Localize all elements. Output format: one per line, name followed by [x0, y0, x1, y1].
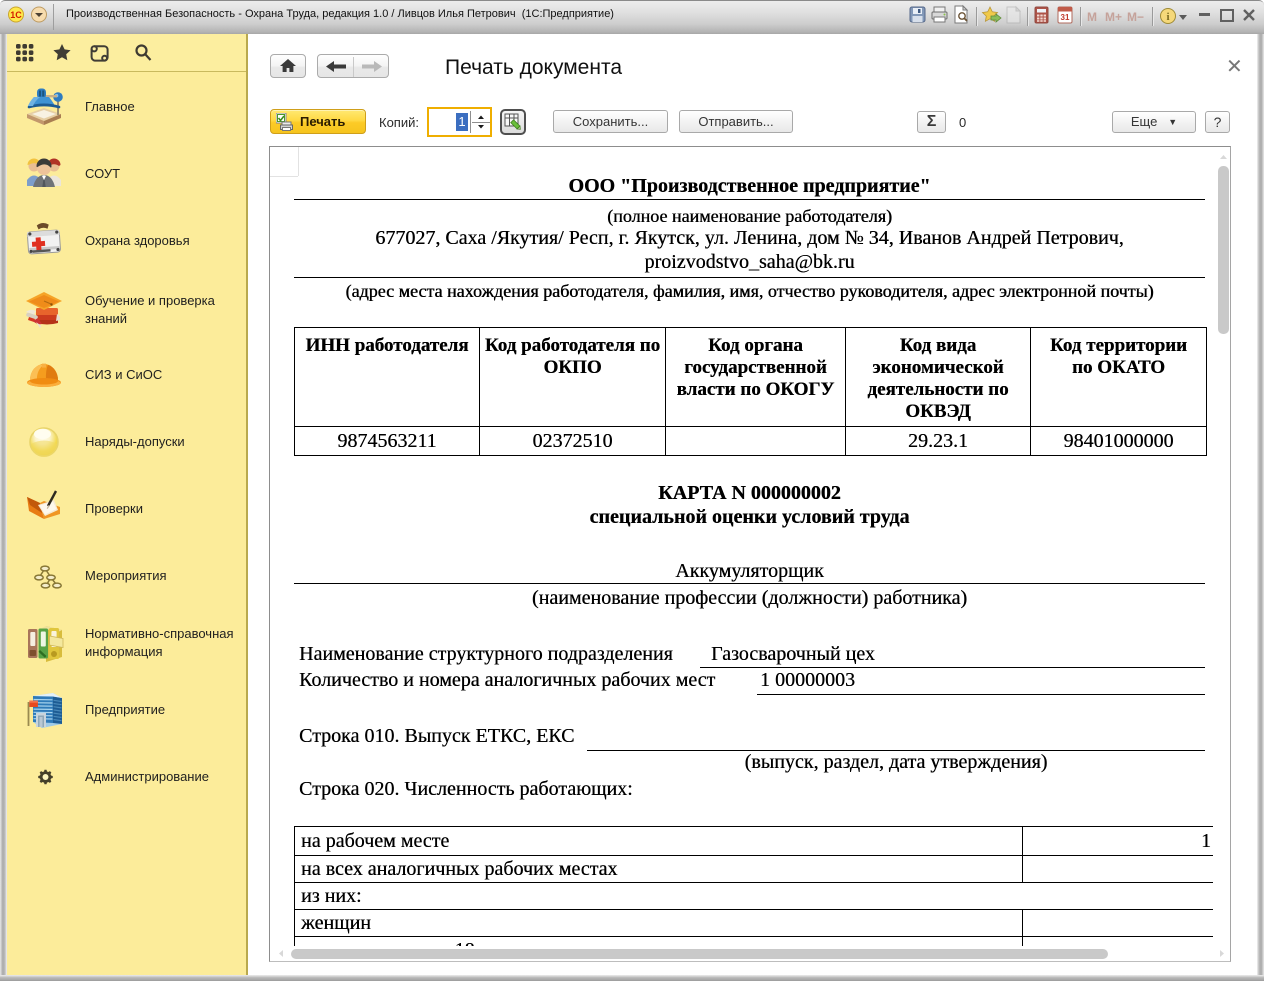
svg-text:i: i — [1166, 11, 1169, 23]
svg-text:M−: M− — [1127, 10, 1144, 24]
svg-text:M+: M+ — [1105, 10, 1122, 24]
svg-text:1С: 1С — [10, 10, 22, 20]
svg-text:M: M — [1087, 10, 1097, 24]
svg-text:31: 31 — [1061, 13, 1070, 22]
